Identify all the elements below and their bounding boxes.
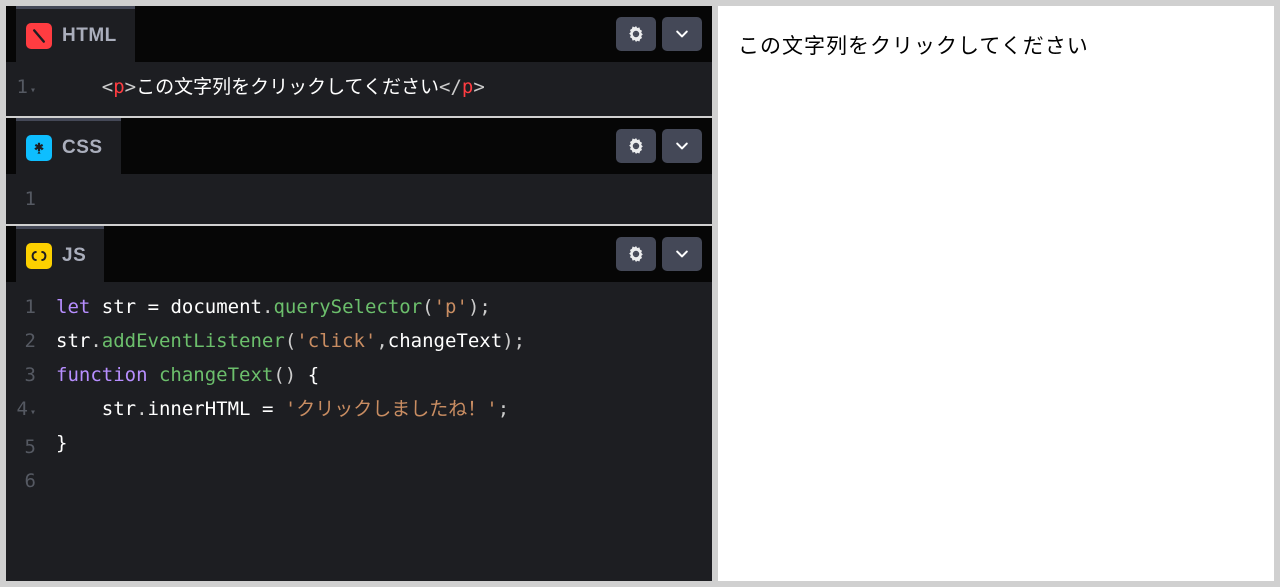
chevron-down-icon (674, 26, 690, 42)
css-icon: ✱ (26, 135, 52, 161)
preview-panel: この文字列をクリックしてください (718, 6, 1274, 581)
js-title: JS (62, 245, 86, 267)
gear-icon (628, 138, 644, 154)
css-collapse-button[interactable] (662, 129, 702, 163)
editor-panel: HTML 1 <p>この文字列をクリックしてください</p> ✱ (6, 6, 712, 581)
css-section: ✱ CSS 1 (6, 118, 712, 224)
css-editor[interactable]: 1 (6, 174, 712, 224)
css-code (56, 182, 712, 216)
js-collapse-button[interactable] (662, 237, 702, 271)
js-settings-button[interactable] (616, 237, 656, 271)
svg-text:✱: ✱ (34, 142, 43, 154)
html-collapse-button[interactable] (662, 17, 702, 51)
html-gutter: 1 (6, 70, 56, 108)
html-editor[interactable]: 1 <p>この文字列をクリックしてください</p> (6, 62, 712, 116)
gear-icon (628, 26, 644, 42)
css-header: ✱ CSS (6, 118, 712, 174)
css-gutter: 1 (6, 182, 56, 216)
css-title: CSS (62, 137, 103, 159)
js-tab[interactable]: JS (16, 226, 104, 282)
js-header: JS (6, 226, 712, 282)
preview-paragraph[interactable]: この文字列をクリックしてください (738, 30, 1254, 60)
html-code: <p>この文字列をクリックしてください</p> (56, 70, 712, 108)
js-code: let str = document.querySelector('p');st… (56, 290, 712, 498)
js-gutter: 1 2 3 4 5 6 (6, 290, 56, 498)
html-tab[interactable]: HTML (16, 6, 135, 62)
js-section: JS 1 2 3 4 5 6 let str = document.queryS… (6, 226, 712, 581)
js-editor[interactable]: 1 2 3 4 5 6 let str = document.querySele… (6, 282, 712, 506)
css-tab[interactable]: ✱ CSS (16, 118, 121, 174)
gear-icon (628, 246, 644, 262)
js-icon (26, 243, 52, 269)
html-settings-button[interactable] (616, 17, 656, 51)
chevron-down-icon (674, 138, 690, 154)
html-section: HTML 1 <p>この文字列をクリックしてください</p> (6, 6, 712, 116)
html-header: HTML (6, 6, 712, 62)
html-title: HTML (62, 25, 117, 47)
html-icon (26, 23, 52, 49)
css-settings-button[interactable] (616, 129, 656, 163)
chevron-down-icon (674, 246, 690, 262)
